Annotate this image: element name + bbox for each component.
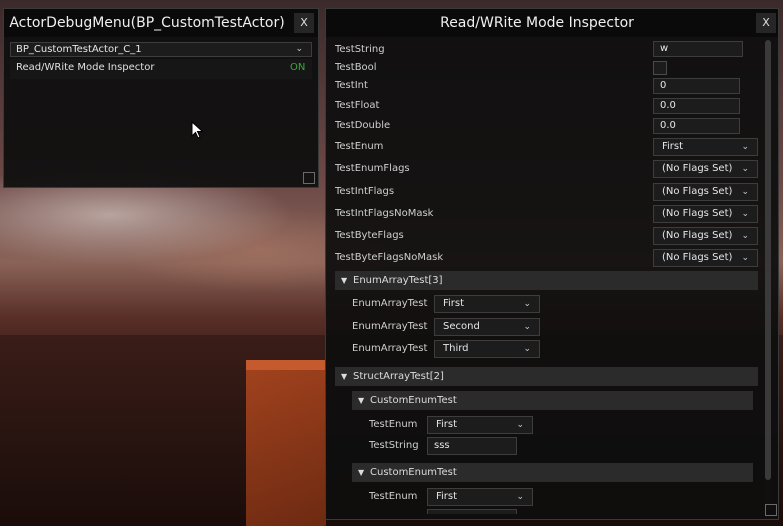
triangle-down-icon: ▼ [341,372,348,381]
triangle-down-icon: ▼ [341,276,348,285]
debug-menu-close-button[interactable]: X [294,13,314,33]
dropdown-value: (No Flags Set) [662,252,733,263]
debug-menu-title: ActorDebugMenu(BP_CustomTestActor) [9,15,285,31]
triangle-down-icon: ▼ [358,396,365,405]
dropdown-value: (No Flags Set) [662,208,733,219]
dropdown-value: First [443,298,465,309]
chevron-down-icon: ⌄ [741,187,749,197]
section-title: StructArrayTest[2] [353,371,444,382]
test-enum-dropdown[interactable]: First ⌄ [653,138,758,156]
prop-label: TestBool [335,62,377,73]
enum-array-header[interactable]: ▼ EnumArrayTest[3] [335,271,758,290]
struct-field-label: TestString [369,440,419,451]
dropdown-value: First [436,491,458,502]
chevron-down-icon: ⌄ [741,231,749,241]
prop-label: TestIntFlagsNoMask [335,208,434,219]
inspector-scrollbar[interactable] [765,40,771,510]
struct-enum-dropdown[interactable]: First ⌄ [427,416,533,434]
dropdown-value: First [662,141,684,152]
chevron-down-icon: ⌄ [741,142,749,152]
prop-label: TestIntFlags [335,186,395,197]
test-float-input[interactable]: 0.0 [653,98,740,114]
inspector-titlebar[interactable]: Read/WRite Mode Inspector X [326,9,778,37]
inspector-scrollbar-thumb[interactable] [765,40,771,480]
test-int-input[interactable]: 0 [653,78,740,94]
inspector-title: Read/WRite Mode Inspector [440,15,634,31]
debug-menu-titlebar[interactable]: ActorDebugMenu(BP_CustomTestActor) X [4,9,318,37]
section-title: EnumArrayTest[3] [353,275,443,286]
dropdown-value: Second [443,321,480,332]
inspector-resize-handle[interactable] [765,504,777,516]
chevron-down-icon: ⌄ [741,209,749,219]
chevron-down-icon: ⌄ [516,492,524,502]
prop-label: TestFloat [335,100,380,111]
chevron-down-icon: ⌄ [523,322,531,332]
triangle-down-icon: ▼ [358,468,365,477]
debug-menu-resize-handle[interactable] [303,172,315,184]
background-cube-top [246,360,326,370]
struct-title: CustomEnumTest [370,467,457,478]
chevron-down-icon: ⌄ [741,253,749,263]
test-bool-checkbox[interactable] [653,61,667,75]
array-item-label: EnumArrayTest [352,321,428,332]
dropdown-value: (No Flags Set) [662,186,733,197]
mouse-cursor-icon [191,121,204,139]
struct-field-label: TestEnum [369,419,418,430]
prop-label: TestEnum [335,141,384,152]
enum-array-dropdown[interactable]: First ⌄ [434,295,540,313]
background-cube [246,360,326,526]
chevron-down-icon: ⌄ [741,164,749,174]
debug-menu-item-label: Read/WRite Mode Inspector [16,62,155,73]
debug-menu-item-inspector[interactable]: Read/WRite Mode Inspector ON [10,59,312,79]
struct-enum-dropdown[interactable]: First ⌄ [427,488,533,506]
test-double-input[interactable]: 0.0 [653,118,740,134]
dropdown-value: (No Flags Set) [662,230,733,241]
enum-array-dropdown[interactable]: Third ⌄ [434,340,540,358]
test-enum-flags-dropdown[interactable]: (No Flags Set) ⌄ [653,160,758,178]
inspector-close-button[interactable]: X [756,13,776,33]
actor-select-dropdown[interactable]: BP_CustomTestActor_C_1 ⌄ [10,42,312,57]
prop-label: TestInt [335,80,368,91]
test-byte-flags-dropdown[interactable]: (No Flags Set) ⌄ [653,227,758,245]
struct-array-header[interactable]: ▼ StructArrayTest[2] [335,367,758,386]
debug-menu-item-state: ON [290,62,306,73]
array-item-label: EnumArrayTest [352,343,428,354]
test-int-flags-dropdown[interactable]: (No Flags Set) ⌄ [653,183,758,201]
chevron-down-icon: ⌄ [295,44,303,54]
prop-label: TestByteFlags [335,230,404,241]
struct-title: CustomEnumTest [370,395,457,406]
array-item-label: EnumArrayTest [352,298,428,309]
dropdown-value: First [436,419,458,430]
prop-label: TestByteFlagsNoMask [335,252,444,263]
dropdown-value: (No Flags Set) [662,163,733,174]
enum-array-dropdown[interactable]: Second ⌄ [434,318,540,336]
prop-label: TestEnumFlags [335,163,410,174]
struct-string-input[interactable]: sss [427,437,517,455]
clipped-field-edge [427,509,517,514]
chevron-down-icon: ⌄ [523,344,531,354]
test-byte-flags-no-mask-dropdown[interactable]: (No Flags Set) ⌄ [653,249,758,267]
prop-label: TestDouble [335,120,391,131]
custom-enum-test-header[interactable]: ▼ CustomEnumTest [352,463,753,482]
actor-select-value: BP_CustomTestActor_C_1 [16,44,142,55]
test-string-input[interactable]: w [653,41,743,57]
custom-enum-test-header[interactable]: ▼ CustomEnumTest [352,391,753,410]
chevron-down-icon: ⌄ [516,420,524,430]
actor-debug-menu-window: ActorDebugMenu(BP_CustomTestActor) X BP_… [3,8,319,188]
prop-label: TestString [335,44,385,55]
chevron-down-icon: ⌄ [523,299,531,309]
test-int-flags-no-mask-dropdown[interactable]: (No Flags Set) ⌄ [653,205,758,223]
struct-field-label: TestEnum [369,491,418,502]
dropdown-value: Third [443,343,469,354]
